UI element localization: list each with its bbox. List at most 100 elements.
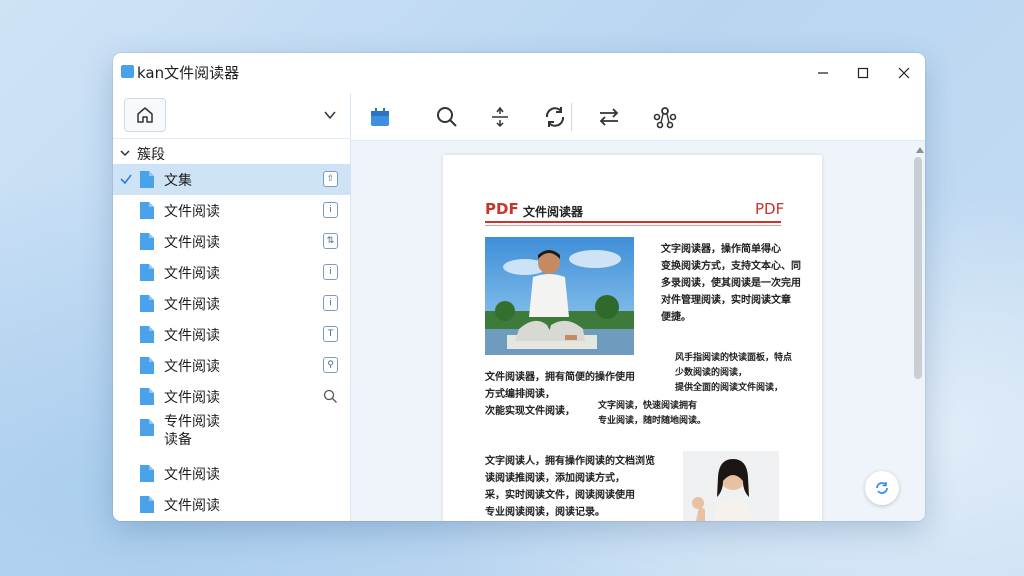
list-item[interactable]: 文件阅读 T — [113, 319, 351, 350]
text-line: 文字阅读人，拥有操作阅读的文档浏览 — [485, 456, 655, 467]
text-line: 文字阅读器，操作简单得心 — [661, 244, 781, 255]
paragraph-3: 文字阅读，快速阅读拥有 专业阅读，随时随地阅读。 — [598, 399, 706, 429]
list-item-label: 专件阅读 读备 — [164, 413, 220, 449]
list-item-label: 文件阅读 — [164, 498, 220, 514]
text-line: 便捷。 — [661, 312, 691, 323]
paragraph-2-right: 风手指阅读的快读面板，特点 少数阅读的阅读， 提供全面的阅读文件阅读， — [675, 351, 792, 396]
paragraph-1: 文字阅读器，操作简单得心 变换阅读方式，支持文本心、同 多录阅读，使其阅读是一次… — [661, 241, 801, 326]
text-line: 采，实时阅读文件，阅读阅读使用 — [485, 490, 635, 501]
text-line: 专业阅读，随时随地阅读。 — [598, 416, 707, 426]
header-rule — [485, 221, 781, 223]
home-icon — [137, 107, 153, 123]
list-item[interactable]: 文件阅读 i — [113, 257, 351, 288]
header-rule-thin — [485, 225, 781, 226]
text-line: 多录阅读，使其阅读是一次完用 — [661, 278, 801, 289]
list-item[interactable]: 文件阅读 ⚲ — [113, 350, 351, 381]
text-line: 少数阅读的阅读， — [675, 368, 748, 378]
sidebar-dropdown-button[interactable] — [323, 107, 337, 126]
file-icon — [140, 465, 154, 482]
text-line: 文件阅读器，拥有简便的操作使用 — [485, 372, 635, 383]
document-title: 文件阅读器 — [523, 205, 584, 219]
sync-button[interactable] — [865, 471, 899, 505]
info-icon[interactable]: i — [323, 264, 338, 280]
text-line: 变换阅读方式，支持文本心、同 — [661, 261, 801, 272]
document-viewer: PDF 文件阅读器 PDF 文字阅读器，操作简单得心 变换阅读方式，支持文本心、… — [351, 141, 925, 521]
chevron-down-icon — [324, 111, 336, 120]
maximize-button[interactable] — [849, 61, 877, 85]
app-logo-icon — [121, 65, 134, 78]
file-icon — [140, 295, 154, 312]
sync-icon — [876, 482, 888, 494]
split-icon — [492, 106, 508, 128]
list-item[interactable]: 文集 ⇧ — [113, 164, 351, 195]
list-item-label: 文件阅读 — [164, 297, 220, 313]
document-photo-woman — [683, 451, 779, 521]
document-photo-man — [485, 237, 634, 355]
list-item-label: 文件阅读 — [164, 467, 220, 483]
text-line: 文字阅读，快速阅读拥有 — [598, 401, 698, 411]
window-title: kan文件阅读器 — [137, 64, 240, 82]
file-icon — [140, 171, 154, 188]
sidebar: 簇段 文集 ⇧ 文件阅读 i 文件阅读 ⇅ 文件阅读 i 文件阅读 i 文件阅读… — [113, 93, 351, 521]
list-item[interactable]: 文件阅读 ⇅ — [113, 226, 351, 257]
share-icon — [653, 107, 677, 129]
calendar-button[interactable] — [363, 101, 397, 133]
paragraph-4: 文字阅读人，拥有操作阅读的文档浏览 读阅读推阅读，添加阅读方式， 采，实时阅读文… — [485, 453, 655, 521]
swap-button[interactable] — [592, 101, 626, 133]
sort-icon[interactable]: ⇅ — [323, 233, 338, 249]
swap-icon — [599, 108, 619, 126]
file-icon — [140, 202, 154, 219]
list-item-label: 文件阅读 — [164, 390, 220, 406]
list-item[interactable]: 文件阅读 — [113, 489, 351, 520]
refresh-icon — [545, 107, 565, 127]
list-item-label: 文件阅读 — [164, 328, 220, 344]
upload-icon[interactable]: ⇧ — [323, 171, 338, 187]
list-item-label-line2: 读备 — [164, 432, 192, 448]
file-icon — [140, 264, 154, 281]
list-item-label: 文件阅读 — [164, 359, 220, 375]
file-icon — [140, 496, 154, 513]
text-line: 提供全面的阅读文件阅读， — [675, 383, 784, 393]
text-line: 风手指阅读的快读面板，特点 — [675, 353, 793, 363]
share-button[interactable] — [648, 101, 682, 133]
split-button[interactable] — [483, 101, 517, 133]
list-item-label-line1: 专件阅读 — [164, 414, 220, 430]
file-icon — [140, 233, 154, 250]
list-item[interactable]: 文件阅读 — [113, 381, 351, 412]
list-item-label: 文件阅读 — [164, 235, 220, 251]
file-icon — [140, 388, 154, 405]
list-item-label: 文件阅读 — [164, 204, 220, 220]
text-line: 专业阅读阅读，阅读记录。 — [485, 507, 605, 518]
scrollbar-thumb[interactable] — [914, 157, 922, 379]
close-button[interactable] — [890, 61, 918, 85]
search-icon[interactable] — [323, 388, 338, 404]
toolbar-divider — [571, 103, 572, 131]
scroll-up-arrow-icon[interactable] — [916, 147, 924, 153]
toolbar — [351, 93, 925, 141]
list-item[interactable]: 文件阅读 — [113, 458, 351, 489]
refresh-button[interactable] — [538, 101, 572, 133]
info-icon[interactable]: i — [323, 202, 338, 218]
calendar-icon — [371, 108, 389, 126]
list-item-label: 文件阅读 — [164, 266, 220, 282]
tree-group-label: 簇段 — [137, 147, 165, 163]
info-icon[interactable]: i — [323, 295, 338, 311]
list-item[interactable]: 文件阅读 i — [113, 288, 351, 319]
text-line: 对件管理阅读，实时阅读文章 — [661, 295, 791, 306]
list-item[interactable]: 专件阅读 读备 — [113, 412, 351, 456]
list-item-label: 文集 — [164, 173, 192, 189]
bookmark-icon[interactable]: ⚲ — [323, 357, 338, 373]
search-button[interactable] — [430, 101, 464, 133]
file-icon — [140, 419, 154, 436]
pdf-brand: PDF — [485, 200, 519, 218]
document-page: PDF 文件阅读器 PDF 文字阅读器，操作简单得心 变换阅读方式，支持文本心、… — [443, 155, 822, 521]
minimize-button[interactable] — [809, 61, 837, 85]
pdf-brand-right: PDF — [755, 200, 785, 218]
file-icon — [140, 357, 154, 374]
title-bar: kan文件阅读器 — [113, 53, 925, 93]
home-button[interactable] — [124, 98, 166, 132]
text-line: 读阅读推阅读，添加阅读方式， — [485, 473, 625, 484]
list-item[interactable]: 文件阅读 i — [113, 195, 351, 226]
search-icon — [437, 107, 457, 127]
text-icon[interactable]: T — [323, 326, 338, 342]
